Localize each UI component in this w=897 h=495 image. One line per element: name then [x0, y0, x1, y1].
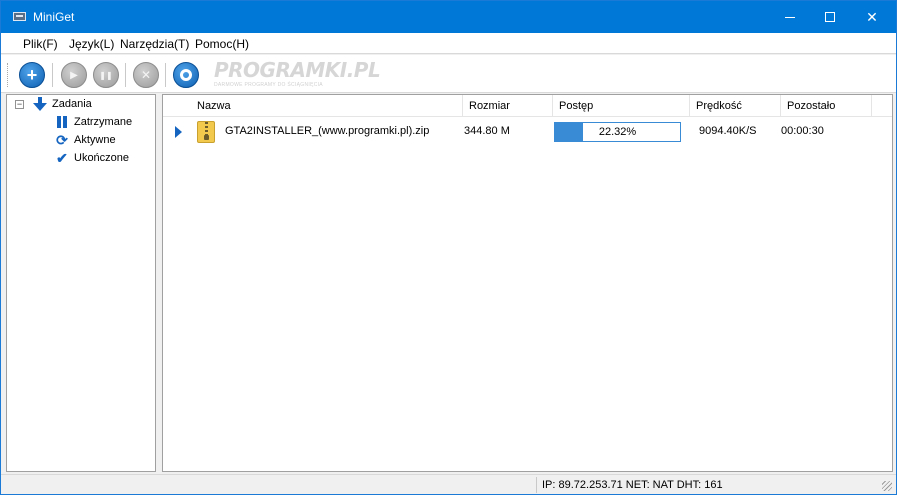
menu-tools[interactable]: Narzędzia(T) — [120, 37, 189, 51]
menu-help[interactable]: Pomoc(H) — [195, 37, 249, 51]
tree-item-tasks[interactable]: Zadania — [33, 96, 92, 112]
toolbar: + ▶ ❚❚ ✕ PROGRAMKI.PL DARMOWE PROGRAMY D… — [1, 55, 896, 93]
toolbar-separator — [165, 63, 166, 87]
progress-bar: 22.32% — [554, 122, 681, 142]
play-icon: ▶ — [70, 69, 78, 81]
app-window: MiniGet ✕ Plik(F) Język(L) Narzędzia(T) … — [0, 0, 897, 495]
tree-item-label: Zatrzymane — [74, 116, 133, 128]
pause-icon: ❚❚ — [99, 70, 113, 80]
pause-icon — [55, 115, 69, 129]
tree-item-active[interactable]: ⟳ Aktywne — [55, 132, 116, 148]
play-icon — [175, 126, 182, 138]
progress-text: 22.32% — [598, 126, 637, 138]
tree-item-label: Aktywne — [74, 134, 116, 146]
column-size[interactable]: Rozmiar — [463, 95, 553, 117]
checkmark-icon: ✔ — [56, 150, 68, 166]
maximize-button[interactable] — [808, 1, 852, 33]
window-title: MiniGet — [33, 10, 75, 24]
minimize-icon — [785, 16, 795, 18]
tree-item-label: Zadania — [52, 98, 92, 110]
zip-file-icon — [197, 121, 215, 143]
column-name[interactable]: Nazwa — [191, 95, 463, 117]
network-status: IP: 89.72.253.71 NET: NAT DHT: 161 — [542, 479, 723, 491]
collapse-icon[interactable]: − — [15, 100, 24, 109]
list-header: Nazwa Rozmiar Postęp Prędkość Pozostało — [163, 95, 892, 117]
start-button[interactable]: ▶ — [61, 62, 87, 88]
close-button[interactable]: ✕ — [850, 1, 894, 33]
column-remaining[interactable]: Pozostało — [781, 95, 872, 117]
download-list: Nazwa Rozmiar Postęp Prędkość Pozostało … — [162, 94, 893, 472]
watermark-subtitle: DARMOWE PROGRAMY DO ŚCIĄGNIĘCIA — [214, 82, 323, 88]
watermark-logo: PROGRAMKI.PL DARMOWE PROGRAMY DO ŚCIĄGNI… — [204, 57, 381, 91]
tree-item-completed[interactable]: ✔ Ukończone — [55, 150, 129, 166]
app-icon — [13, 12, 26, 21]
column-progress[interactable]: Postęp — [553, 95, 690, 117]
toolbar-grip[interactable] — [7, 63, 10, 87]
column-speed[interactable]: Prędkość — [690, 95, 781, 117]
file-name: GTA2INSTALLER_(www.programki.pl).zip — [225, 125, 430, 137]
settings-button[interactable] — [173, 62, 199, 88]
plus-icon: + — [26, 64, 38, 85]
title-bar[interactable]: MiniGet ✕ — [1, 1, 896, 33]
watermark-title: PROGRAMKI.PL — [214, 58, 381, 82]
tree-item-stopped[interactable]: Zatrzymane — [55, 114, 132, 130]
menu-language[interactable]: Język(L) — [69, 37, 114, 51]
maximize-icon — [825, 12, 835, 22]
time-remaining: 00:00:30 — [781, 125, 824, 137]
table-row[interactable]: GTA2INSTALLER_(www.programki.pl).zip 344… — [163, 119, 892, 143]
tree-item-label: Ukończone — [74, 152, 130, 164]
stop-button[interactable]: ✕ — [133, 62, 159, 88]
toolbar-separator — [52, 63, 53, 87]
download-arrow-icon — [33, 97, 47, 111]
status-bar: IP: 89.72.253.71 NET: NAT DHT: 161 — [1, 474, 896, 494]
category-tree: − Zadania Zatrzymane ⟳ Aktywne ✔ Ukończo… — [6, 94, 156, 472]
close-icon: ✕ — [866, 8, 878, 25]
minimize-button[interactable] — [768, 1, 812, 33]
close-icon: ✕ — [140, 68, 152, 82]
menu-file[interactable]: Plik(F) — [23, 37, 58, 51]
menu-bar: Plik(F) Język(L) Narzędzia(T) Pomoc(H) — [1, 33, 896, 54]
toolbar-separator — [125, 63, 126, 87]
status-separator — [536, 477, 537, 493]
gear-icon — [180, 69, 192, 81]
pause-button[interactable]: ❚❚ — [93, 62, 119, 88]
download-speed: 9094.40K/S — [699, 125, 757, 137]
file-size: 344.80 M — [464, 125, 510, 137]
resize-grip-icon[interactable] — [882, 481, 892, 491]
add-download-button[interactable]: + — [19, 62, 45, 88]
sync-icon: ⟳ — [56, 132, 68, 148]
